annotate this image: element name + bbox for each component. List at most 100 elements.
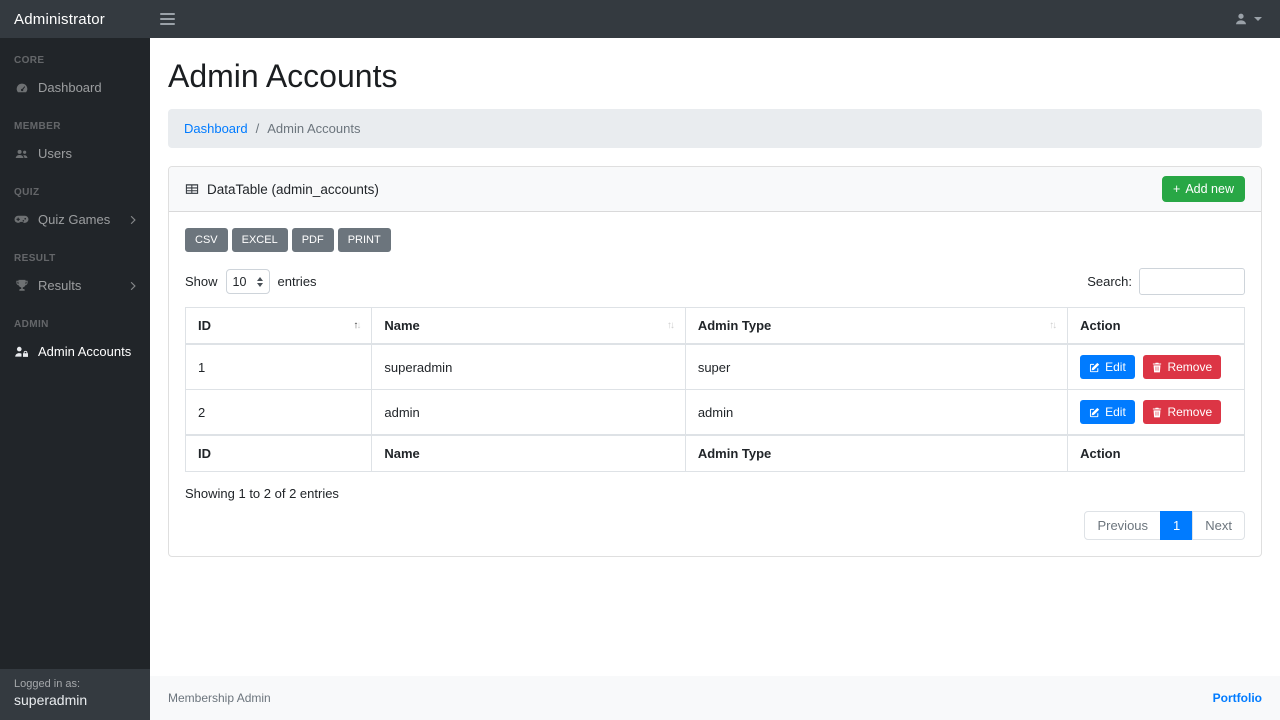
sidebar-item-label: Quiz Games: [38, 212, 110, 227]
table-footer-row: ID Name Admin Type Action: [186, 435, 1245, 472]
sidebar-item-admin-accounts[interactable]: Admin Accounts: [0, 335, 150, 368]
breadcrumb-current: Admin Accounts: [267, 121, 360, 136]
sidebar-item-quiz-games[interactable]: Quiz Games: [0, 203, 150, 236]
select-arrows-icon: [257, 277, 263, 287]
sidebar-item-label: Users: [38, 146, 72, 161]
sidebar-heading-admin: ADMIN: [0, 302, 150, 335]
search-input[interactable]: [1139, 268, 1245, 295]
entries-label: entries: [278, 274, 317, 289]
export-print-button[interactable]: PRINT: [338, 228, 391, 252]
breadcrumb: Dashboard / Admin Accounts: [168, 109, 1262, 148]
app-brand[interactable]: Administrator: [0, 11, 150, 28]
page-title: Admin Accounts: [168, 58, 1262, 95]
trophy-icon: [14, 279, 29, 292]
page-footer: Membership Admin Portfolio: [150, 676, 1280, 720]
sidebar-item-label: Admin Accounts: [38, 344, 131, 359]
logged-in-label: Logged in as:: [14, 678, 136, 690]
sort-icon[interactable]: ↑↓: [353, 320, 359, 331]
sort-icon[interactable]: ↑↓: [1049, 320, 1055, 331]
chevron-right-icon: [130, 281, 136, 291]
sidebar-item-users[interactable]: Users: [0, 137, 150, 170]
card-body: CSV EXCEL PDF PRINT Show 10 entries: [169, 212, 1261, 556]
sidebar-heading-member: MEMBER: [0, 104, 150, 137]
cell-action: Edit Remove: [1068, 390, 1245, 436]
user-icon: [1234, 12, 1248, 26]
table-header-row: ID ↑↓ Name ↑↓ Admin Type ↑↓: [186, 308, 1245, 345]
pagination-previous-button[interactable]: Previous: [1084, 511, 1161, 540]
footer-text: Membership Admin: [168, 691, 271, 705]
user-dropdown[interactable]: [1234, 12, 1280, 26]
column-header-action: Action: [1068, 308, 1245, 345]
logged-in-username: superadmin: [14, 692, 136, 708]
sidebar-heading-core: CORE: [0, 38, 150, 71]
hamburger-icon: [160, 13, 175, 15]
export-pdf-button[interactable]: PDF: [292, 228, 334, 252]
edit-button[interactable]: Edit: [1080, 355, 1135, 379]
sidebar-toggle-button[interactable]: [152, 4, 183, 34]
sidebar-footer: Logged in as: superadmin: [0, 669, 150, 720]
pagination-page-1-button[interactable]: 1: [1160, 511, 1193, 540]
table-info: Showing 1 to 2 of 2 entries: [185, 486, 1245, 501]
search-label: Search:: [1087, 274, 1132, 289]
cell-id: 2: [186, 390, 372, 436]
sidebar: CORE Dashboard MEMBER Users QUIZ Quiz Ga: [0, 38, 150, 720]
sidebar-nav: CORE Dashboard MEMBER Users QUIZ Quiz Ga: [0, 38, 150, 669]
cell-admin-type: admin: [685, 390, 1067, 436]
main-content: Admin Accounts Dashboard / Admin Account…: [150, 38, 1280, 720]
column-header-admin-type[interactable]: Admin Type ↑↓: [685, 308, 1067, 345]
cell-name: admin: [372, 390, 685, 436]
table-icon: [185, 182, 199, 196]
gamepad-icon: [14, 213, 29, 226]
sidebar-heading-result: RESULT: [0, 236, 150, 269]
pencil-square-icon: [1089, 362, 1100, 373]
add-new-button[interactable]: + Add new: [1162, 176, 1245, 202]
sidebar-item-dashboard[interactable]: Dashboard: [0, 71, 150, 104]
breadcrumb-separator: /: [256, 121, 260, 136]
portfolio-link[interactable]: Portfolio: [1213, 691, 1262, 705]
tachometer-icon: [14, 81, 29, 95]
sort-icon[interactable]: ↑↓: [667, 320, 673, 331]
column-header-id[interactable]: ID ↑↓: [186, 308, 372, 345]
top-navbar: Administrator: [0, 0, 1280, 38]
remove-button[interactable]: Remove: [1143, 355, 1221, 379]
trash-icon: [1152, 407, 1162, 418]
cell-admin-type: super: [685, 344, 1067, 390]
export-excel-button[interactable]: EXCEL: [232, 228, 288, 252]
footer-header-name: Name: [372, 435, 685, 472]
remove-button[interactable]: Remove: [1143, 400, 1221, 424]
pagination: Previous 1 Next: [185, 511, 1245, 540]
card-header: DataTable (admin_accounts) + Add new: [169, 167, 1261, 212]
cell-id: 1: [186, 344, 372, 390]
sidebar-item-label: Results: [38, 278, 81, 293]
page-length-value: 10: [233, 275, 247, 289]
footer-header-admin-type: Admin Type: [685, 435, 1067, 472]
export-csv-button[interactable]: CSV: [185, 228, 228, 252]
card-title-text: DataTable (admin_accounts): [207, 182, 379, 197]
trash-icon: [1152, 362, 1162, 373]
sidebar-item-results[interactable]: Results: [0, 269, 150, 302]
users-icon: [14, 147, 29, 161]
admin-accounts-table: ID ↑↓ Name ↑↓ Admin Type ↑↓: [185, 307, 1245, 472]
datatable-card: DataTable (admin_accounts) + Add new CSV…: [168, 166, 1262, 557]
pagination-next-button[interactable]: Next: [1192, 511, 1245, 540]
page-length-select[interactable]: 10: [226, 269, 270, 294]
chevron-right-icon: [130, 215, 136, 225]
pencil-square-icon: [1089, 407, 1100, 418]
footer-header-action: Action: [1068, 435, 1245, 472]
sidebar-heading-quiz: QUIZ: [0, 170, 150, 203]
breadcrumb-link-dashboard[interactable]: Dashboard: [184, 121, 248, 136]
column-header-name[interactable]: Name ↑↓: [372, 308, 685, 345]
footer-header-id: ID: [186, 435, 372, 472]
plus-icon: +: [1173, 182, 1180, 196]
table-row: 1 superadmin super Edit: [186, 344, 1245, 390]
cell-action: Edit Remove: [1068, 344, 1245, 390]
edit-button[interactable]: Edit: [1080, 400, 1135, 424]
show-label: Show: [185, 274, 218, 289]
user-lock-icon: [14, 345, 29, 358]
export-buttons: CSV EXCEL PDF PRINT: [185, 228, 1245, 252]
sidebar-item-label: Dashboard: [38, 80, 102, 95]
table-row: 2 admin admin Edit: [186, 390, 1245, 436]
caret-down-icon: [1254, 17, 1262, 21]
table-controls: Show 10 entries Search:: [185, 268, 1245, 295]
card-title: DataTable (admin_accounts): [185, 182, 379, 197]
